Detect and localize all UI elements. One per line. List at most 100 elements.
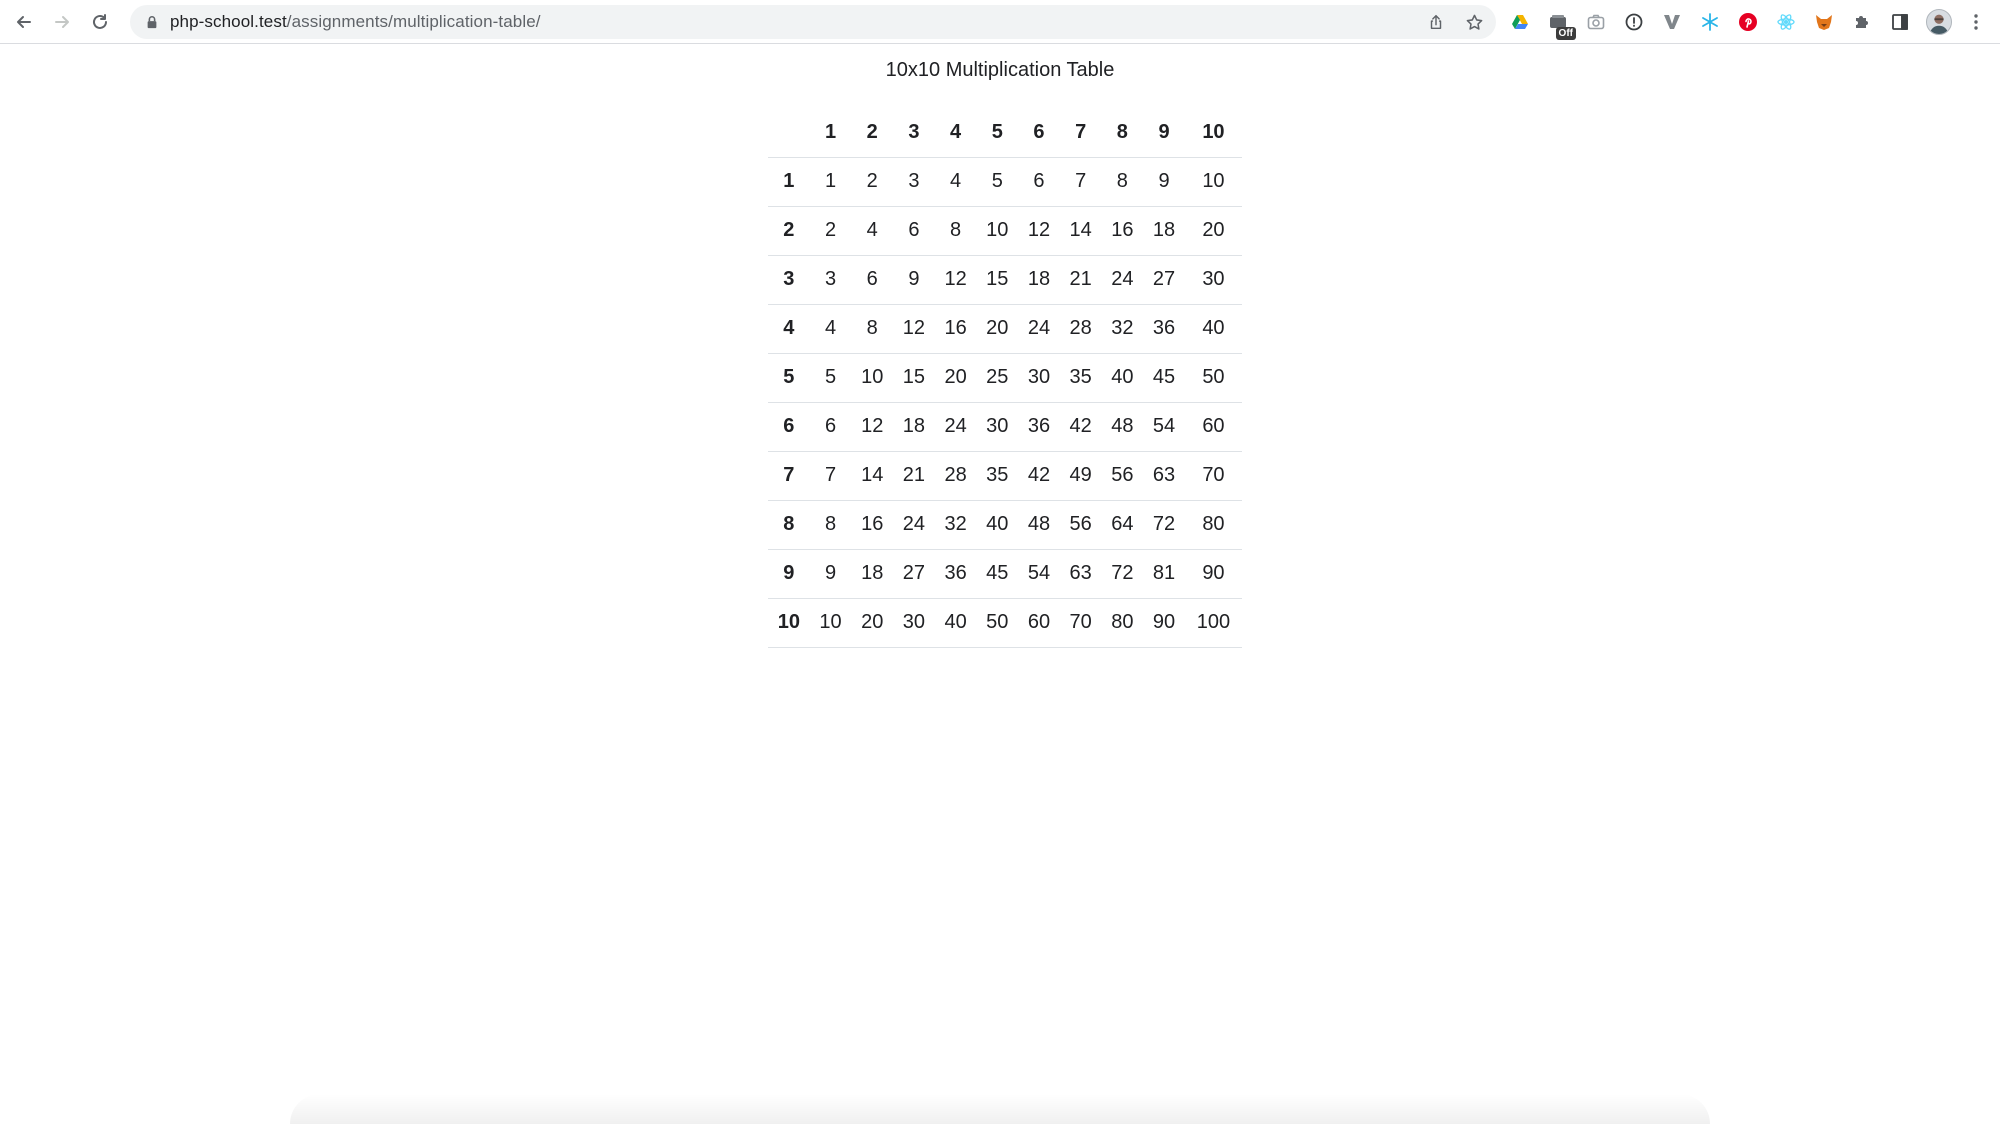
- avatar[interactable]: [1926, 9, 1952, 35]
- table-cell: 16: [1101, 206, 1144, 256]
- table-cell: 50: [1184, 353, 1242, 403]
- table-cell: 60: [1184, 402, 1242, 452]
- camera-icon[interactable]: [1584, 10, 1608, 34]
- table-cell: 40: [976, 500, 1019, 550]
- table-corner-cell: [768, 108, 810, 158]
- table-cell: 10: [976, 206, 1019, 256]
- table-cell: 72: [1101, 549, 1144, 599]
- table-cell: 70: [1059, 598, 1102, 648]
- puzzle-icon[interactable]: [1850, 10, 1874, 34]
- row-header: 2: [768, 206, 810, 256]
- table-cell: 28: [934, 451, 977, 501]
- table-cell: 36: [1143, 304, 1185, 354]
- column-header: 9: [1143, 108, 1185, 158]
- table-cell: 18: [893, 402, 935, 452]
- table-cell: 16: [934, 304, 977, 354]
- fox-icon[interactable]: [1812, 10, 1836, 34]
- table-cell: 24: [893, 500, 935, 550]
- table-cell: 21: [893, 451, 935, 501]
- pinterest-icon[interactable]: [1736, 10, 1760, 34]
- react-icon[interactable]: [1774, 10, 1798, 34]
- share-icon[interactable]: [1424, 10, 1448, 34]
- table-row: 10 10 20 30 40 50 60 70 80 90 100: [768, 598, 1242, 648]
- table-cell: 6: [851, 255, 894, 305]
- table-cell: 30: [893, 598, 935, 648]
- table-header-row: 1 2 3 4 5 6 7 8 9 10: [768, 108, 1242, 158]
- table-cell: 12: [893, 304, 935, 354]
- table-cell: 1: [809, 157, 852, 207]
- table-cell: 63: [1059, 549, 1102, 599]
- table-cell: 45: [1143, 353, 1185, 403]
- table-cell: 2: [809, 206, 852, 256]
- column-header: 2: [851, 108, 894, 158]
- table-cell: 50: [976, 598, 1019, 648]
- table-cell: 8: [809, 500, 852, 550]
- column-header: 3: [893, 108, 935, 158]
- address-bar[interactable]: php-school.test/assignments/multiplicati…: [130, 5, 1496, 39]
- table-cell: 2: [851, 157, 894, 207]
- table-cell: 32: [934, 500, 977, 550]
- star-icon[interactable]: [1462, 10, 1486, 34]
- row-header: 1: [768, 157, 810, 207]
- table-cell: 24: [934, 402, 977, 452]
- table-row: 3 3 6 9 12 15 18 21 24 27 30: [768, 255, 1242, 305]
- table-cell: 21: [1059, 255, 1102, 305]
- table-cell: 18: [1143, 206, 1185, 256]
- table-cell: 8: [934, 206, 977, 256]
- table-cell: 56: [1101, 451, 1144, 501]
- table-cell: 24: [1018, 304, 1060, 354]
- back-arrow-icon: [17, 15, 31, 28]
- table-cell: 9: [893, 255, 935, 305]
- table-cell: 9: [809, 549, 852, 599]
- table-cell: 30: [1018, 353, 1060, 403]
- table-cell: 40: [934, 598, 977, 648]
- table-cell: 40: [1101, 353, 1144, 403]
- table-row: 9 9 18 27 36 45 54 63 72 81 90: [768, 549, 1242, 599]
- table-cell: 49: [1059, 451, 1102, 501]
- table-row: 5 5 10 15 20 25 30 35 40 45 50: [768, 353, 1242, 403]
- table-row: 1 1 2 3 4 5 6 7 8 9 10: [768, 157, 1242, 207]
- table-cell: 72: [1143, 500, 1185, 550]
- reload-icon: [93, 13, 107, 29]
- table-cell: 20: [934, 353, 977, 403]
- side-panel-icon[interactable]: [1888, 10, 1912, 34]
- wallet-off-icon[interactable]: Off: [1546, 10, 1576, 40]
- page-content: 10x10 Multiplication Table 1 2 3 4 5 6 7 8 9 10 1…: [0, 44, 2000, 1124]
- forward-arrow-icon: [55, 15, 69, 28]
- table-cell: 12: [1018, 206, 1060, 256]
- table-cell: 25: [976, 353, 1019, 403]
- lock-icon[interactable]: [144, 14, 160, 30]
- table-cell: 63: [1143, 451, 1185, 501]
- google-drive-icon[interactable]: [1508, 10, 1532, 34]
- table-cell: 42: [1059, 402, 1102, 452]
- table-cell: 32: [1101, 304, 1144, 354]
- url-text[interactable]: php-school.test/assignments/multiplicati…: [170, 12, 541, 32]
- forward-button[interactable]: [48, 8, 76, 36]
- v-logo-icon[interactable]: [1660, 10, 1684, 34]
- table-cell: 36: [1018, 402, 1060, 452]
- column-header: 6: [1018, 108, 1060, 158]
- table-cell: 24: [1101, 255, 1144, 305]
- extension-off-badge: Off: [1555, 27, 1576, 40]
- snowflake-icon[interactable]: [1698, 10, 1722, 34]
- table-cell: 20: [851, 598, 894, 648]
- menu-dots-icon[interactable]: [1966, 12, 1986, 32]
- table-cell: 42: [1018, 451, 1060, 501]
- column-header: 7: [1059, 108, 1102, 158]
- page-title: 10x10 Multiplication Table: [885, 59, 1115, 81]
- table-cell: 8: [851, 304, 894, 354]
- row-header: 5: [768, 353, 810, 403]
- row-header: 7: [768, 451, 810, 501]
- table-cell: 4: [934, 157, 977, 207]
- table-cell: 14: [851, 451, 894, 501]
- info-circle-icon[interactable]: [1622, 10, 1646, 34]
- back-button[interactable]: [10, 8, 38, 36]
- table-cell: 100: [1184, 598, 1242, 648]
- table-cell: 10: [1184, 157, 1242, 207]
- reload-button[interactable]: [86, 8, 114, 36]
- table-cell: 36: [934, 549, 977, 599]
- table-cell: 4: [809, 304, 852, 354]
- table-row: 8 8 16 24 32 40 48 56 64 72 80: [768, 500, 1242, 550]
- extensions-bar: Off: [1508, 0, 1986, 44]
- table-cell: 16: [851, 500, 894, 550]
